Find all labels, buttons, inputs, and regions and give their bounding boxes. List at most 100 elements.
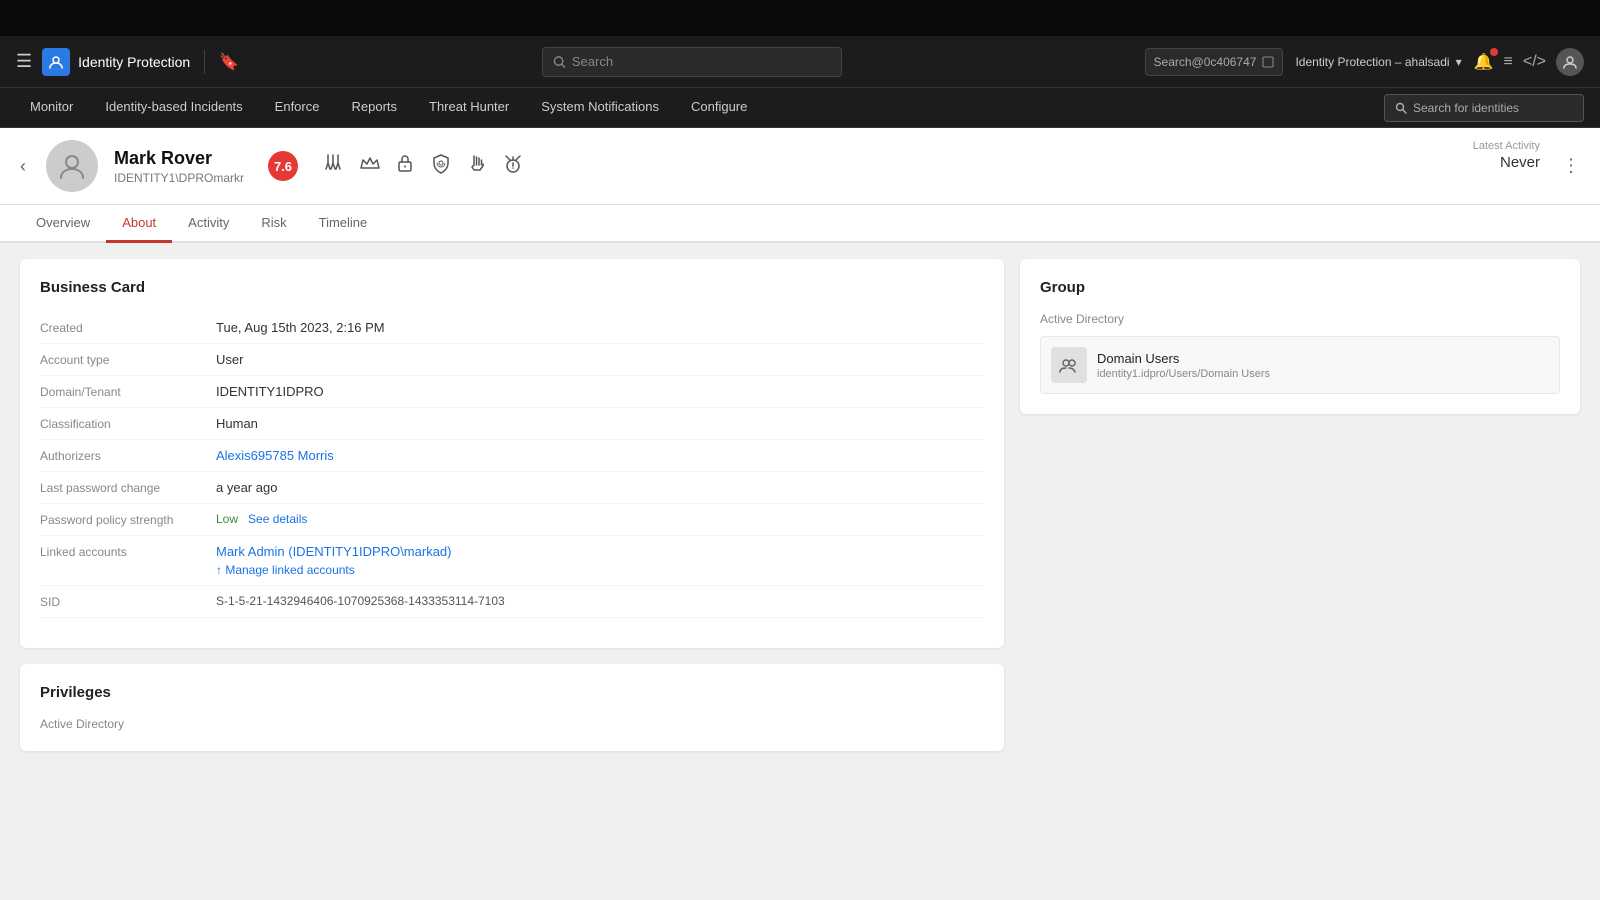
app-logo-icon [42,48,70,76]
hunt-icon[interactable] [322,152,344,180]
nav-configure[interactable]: Configure [677,88,761,128]
group-item-details: Domain Users identity1.idpro/Users/Domai… [1097,351,1270,380]
field-label-last-pw-change: Last password change [40,480,200,495]
manage-linked-accounts-link[interactable]: ↑ Manage linked accounts [216,563,984,577]
field-authorizers: Authorizers Alexis695785 Morris [40,440,984,472]
search-context[interactable]: Search@0c406747 [1145,48,1284,76]
field-label-authorizers: Authorizers [40,448,200,463]
tab-about[interactable]: About [106,205,172,243]
group-card: Group Active Directory Domain Users iden [1020,259,1580,414]
tab-timeline[interactable]: Timeline [303,205,384,243]
latest-activity-value: Never [1473,154,1540,171]
group-item-icon [1051,347,1087,383]
field-classification: Classification Human [40,408,984,440]
identity-header: ‹ Mark Rover IDENTITY1\DPROmarkr 7.6 [0,128,1600,205]
identity-sub: IDENTITY1\DPROmarkr [114,171,244,185]
field-label-sid: SID [40,594,200,609]
risk-score-badge: 7.6 [268,151,298,181]
nav-system-notifications[interactable]: System Notifications [527,88,673,128]
search-context-text: Search@0c406747 [1154,55,1257,69]
nav-monitor[interactable]: Monitor [16,88,87,128]
top-bar [0,0,1600,36]
search-identities-icon [1395,102,1407,114]
code-icon[interactable]: </> [1523,53,1546,71]
tab-risk[interactable]: Risk [245,205,302,243]
group-item[interactable]: Domain Users identity1.idpro/Users/Domai… [1040,336,1560,394]
content-area: Business Card Created Tue, Aug 15th 2023… [0,243,1600,900]
chevron-down-icon: ▾ [1456,55,1462,69]
main-content: ‹ Mark Rover IDENTITY1\DPROmarkr 7.6 [0,128,1600,900]
latest-activity-section: Latest Activity Never [1473,140,1540,171]
search-context-icon [1262,56,1274,68]
search-identities-box[interactable]: Search for identities [1384,94,1584,122]
field-value-created: Tue, Aug 15th 2023, 2:16 PM [216,320,984,335]
identity-name: Mark Rover [114,148,244,169]
authorizers-link[interactable]: Alexis695785 Morris [216,448,334,463]
field-label-account-type: Account type [40,352,200,367]
field-password-policy: Password policy strength Low See details [40,504,984,536]
header-right: Search@0c406747 Identity Protection – ah… [1145,48,1584,76]
linked-account-link[interactable]: Mark Admin (IDENTITY1IDPRO\markad) [216,544,984,559]
nav-threat-hunter[interactable]: Threat Hunter [415,88,523,128]
field-value-pw-policy: Low See details [216,512,984,526]
navbar-right: Search for identities [1384,94,1584,122]
app-switcher[interactable]: Identity Protection – ahalsadi ▾ [1295,55,1461,69]
search-box[interactable] [542,47,842,77]
field-label-classification: Classification [40,416,200,431]
field-last-password-change: Last password change a year ago [40,472,984,504]
field-value-account-type: User [216,352,984,367]
business-card: Business Card Created Tue, Aug 15th 2023… [20,259,1004,648]
cursor-area [40,618,984,628]
shield-web-icon[interactable] [430,152,452,180]
nav-identity-incidents[interactable]: Identity-based Incidents [91,88,256,128]
privileges-title: Privileges [40,684,984,701]
lock-icon[interactable] [394,152,416,180]
menu-lines-icon[interactable]: ≡ [1504,53,1513,71]
hazard-icon[interactable] [502,152,524,180]
notification-badge [1490,48,1498,56]
field-linked-accounts: Linked accounts Mark Admin (IDENTITY1IDP… [40,536,984,586]
hamburger-icon[interactable]: ☰ [16,51,32,72]
field-domain-tenant: Domain/Tenant IDENTITY1IDPRO [40,376,984,408]
field-value-linked-accounts: Mark Admin (IDENTITY1IDPRO\markad) ↑ Man… [216,544,984,577]
crown-icon[interactable] [358,152,380,180]
search-icon [553,55,566,69]
field-label-linked-accounts: Linked accounts [40,544,200,559]
identity-action-icons [322,152,524,180]
back-button[interactable]: ‹ [20,156,26,177]
app-logo: Identity Protection [42,48,190,76]
more-options-button[interactable]: ⋮ [1562,156,1580,177]
gesture-icon[interactable] [466,152,488,180]
field-label-pw-policy: Password policy strength [40,512,200,527]
right-panel: Group Active Directory Domain Users iden [1020,259,1580,884]
app-name-label: Identity Protection [78,54,190,70]
search-identities-placeholder: Search for identities [1413,101,1519,115]
privileges-card: Privileges Active Directory [20,664,1004,751]
user-avatar-icon[interactable] [1556,48,1584,76]
tab-overview[interactable]: Overview [20,205,106,243]
bookmark-icon[interactable]: 🔖 [219,52,239,72]
identity-avatar [46,140,98,192]
header: ☰ Identity Protection 🔖 Search@0c406747 [0,36,1600,88]
search-input[interactable] [572,54,831,69]
group-title: Group [1040,279,1560,296]
app-switcher-label: Identity Protection – ahalsadi [1295,55,1449,69]
field-value-sid: S-1-5-21-1432946406-1070925368-143335311… [216,594,984,608]
header-search-area [251,47,1132,77]
group-item-name: Domain Users [1097,351,1270,366]
field-account-type: Account type User [40,344,984,376]
nav-enforce[interactable]: Enforce [261,88,334,128]
header-icons: 🔔 ≡ </> [1474,48,1584,76]
tabs-bar: Overview About Activity Risk Timeline [0,205,1600,243]
group-label: Active Directory [1040,312,1560,326]
field-value-classification: Human [216,416,984,431]
left-panel: Business Card Created Tue, Aug 15th 2023… [20,259,1004,884]
field-label-domain-tenant: Domain/Tenant [40,384,200,399]
field-value-last-pw-change: a year ago [216,480,984,495]
notification-icon[interactable]: 🔔 [1474,52,1494,72]
nav-reports[interactable]: Reports [337,88,411,128]
identity-info: Mark Rover IDENTITY1\DPROmarkr [114,148,244,185]
see-details-link[interactable]: See details [248,512,307,526]
group-item-path: identity1.idpro/Users/Domain Users [1097,368,1270,380]
tab-activity[interactable]: Activity [172,205,245,243]
